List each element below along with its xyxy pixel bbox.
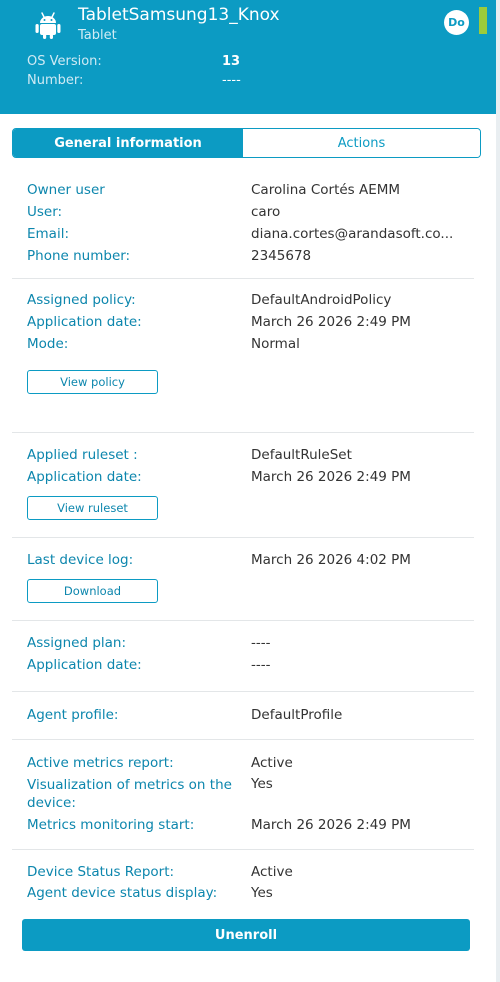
agent-profile-label: Agent profile: bbox=[27, 707, 119, 723]
assigned-policy-value: DefaultAndroidPolicy bbox=[251, 292, 392, 308]
email-label: Email: bbox=[27, 226, 70, 242]
divider bbox=[12, 691, 474, 692]
status-report-label: Device Status Report: bbox=[27, 864, 175, 880]
agent-profile-value: DefaultProfile bbox=[251, 707, 343, 723]
device-type: Tablet bbox=[78, 28, 117, 43]
ruleset-date-label: Application date: bbox=[27, 469, 142, 485]
tab-general-information[interactable]: General information bbox=[13, 129, 243, 157]
number-label: Number: bbox=[27, 73, 84, 88]
plan-date-value: ---- bbox=[251, 657, 271, 673]
tab-actions[interactable]: Actions bbox=[243, 129, 480, 157]
divider bbox=[12, 432, 474, 433]
metrics-start-value: March 26 2026 2:49 PM bbox=[251, 817, 411, 833]
phone-value: 2345678 bbox=[251, 248, 312, 264]
user-avatar-badge[interactable]: Do bbox=[444, 10, 469, 35]
divider bbox=[12, 739, 474, 740]
active-metrics-label: Active metrics report: bbox=[27, 755, 174, 771]
os-version-label: OS Version: bbox=[27, 54, 102, 69]
status-report-value: Active bbox=[251, 864, 293, 880]
os-version-value: 13 bbox=[222, 54, 241, 69]
device-name: TabletSamsung13_Knox bbox=[78, 5, 280, 25]
active-metrics-value: Active bbox=[251, 755, 293, 771]
divider bbox=[12, 620, 474, 621]
status-display-label: Agent device status display: bbox=[27, 885, 218, 901]
user-value: caro bbox=[251, 204, 281, 220]
owner-user-label: Owner user bbox=[27, 182, 105, 198]
plan-date-label: Application date: bbox=[27, 657, 142, 673]
divider bbox=[12, 849, 474, 850]
view-ruleset-button[interactable]: View ruleset bbox=[27, 496, 158, 520]
status-indicator bbox=[479, 7, 487, 34]
policy-date-value: March 26 2026 2:49 PM bbox=[251, 314, 411, 330]
mode-value: Normal bbox=[251, 336, 300, 352]
metrics-visualization-value: Yes bbox=[251, 776, 273, 792]
user-label: User: bbox=[27, 204, 63, 220]
number-value: ---- bbox=[222, 73, 241, 88]
android-icon bbox=[35, 12, 61, 39]
applied-ruleset-label: Applied ruleset : bbox=[27, 447, 138, 463]
assigned-policy-label: Assigned policy: bbox=[27, 292, 136, 308]
metrics-start-label: Metrics monitoring start: bbox=[27, 817, 195, 833]
metrics-visualization-label: Visualization of metrics on the device: bbox=[27, 777, 232, 811]
email-value: diana.cortes@arandasoft.co... bbox=[251, 226, 454, 242]
applied-ruleset-value: DefaultRuleSet bbox=[251, 447, 352, 463]
policy-date-label: Application date: bbox=[27, 314, 142, 330]
divider bbox=[12, 537, 474, 538]
assigned-plan-value: ---- bbox=[251, 635, 271, 651]
view-policy-button[interactable]: View policy bbox=[27, 370, 158, 394]
unenroll-button[interactable]: Unenroll bbox=[22, 919, 470, 951]
status-display-value: Yes bbox=[251, 885, 273, 901]
download-log-button[interactable]: Download bbox=[27, 579, 158, 603]
mode-label: Mode: bbox=[27, 336, 69, 352]
device-header: TabletSamsung13_Knox Tablet OS Version: … bbox=[0, 0, 496, 114]
last-log-value: March 26 2026 4:02 PM bbox=[251, 552, 411, 568]
phone-label: Phone number: bbox=[27, 248, 131, 264]
tab-bar: General information Actions bbox=[12, 128, 481, 158]
last-log-label: Last device log: bbox=[27, 552, 134, 568]
ruleset-date-value: March 26 2026 2:49 PM bbox=[251, 469, 411, 485]
owner-user-value: Carolina Cortés AEMM bbox=[251, 182, 401, 198]
divider bbox=[12, 278, 474, 279]
details-panel[interactable]: Owner user Carolina Cortés AEMM User: ca… bbox=[12, 170, 488, 902]
assigned-plan-label: Assigned plan: bbox=[27, 635, 127, 651]
panel-border bbox=[496, 0, 500, 982]
